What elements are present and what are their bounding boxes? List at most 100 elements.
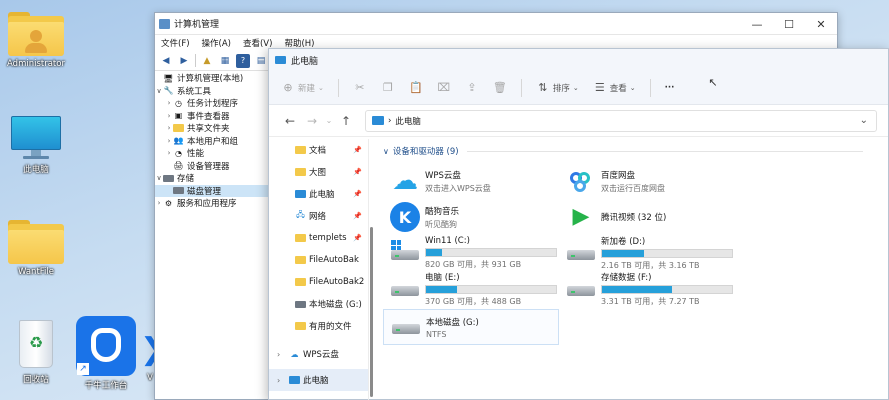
nav-item-fileautobak2[interactable]: FileAutoBak2 [269,271,368,293]
expand-icon[interactable]: › [277,350,280,359]
tree-item[interactable]: › ▣ 事件查看器 [155,110,271,123]
nav-item-useful-files[interactable]: 有用的文件 [269,315,368,337]
nav-scrollbar[interactable] [370,227,373,397]
nav-item-templets[interactable]: templets 📌 [269,227,368,249]
item-baidu-netdisk[interactable]: 百度网盘 双击运行百度网盘 [559,163,735,199]
nav-item-drive-g[interactable]: 本地磁盘 (G:) [269,293,368,315]
more-button[interactable]: ··· [665,83,675,93]
nav-item-network[interactable]: 🖧 网络 📌 [269,205,368,227]
back-icon[interactable]: ◀ [159,54,173,68]
desktop-icon-recycle-bin[interactable]: ♻ 回收站 [0,316,72,385]
expand-icon[interactable]: › [165,124,173,132]
nav-item-wps-cloud[interactable]: › ☁ WPS云盘 [269,343,368,365]
tree-item[interactable]: › 👥 本地用户和组 [155,135,271,148]
desktop-icon-wantfile[interactable]: WantFile [0,220,72,277]
item-name: 酷狗音乐 [425,206,460,217]
paste-button[interactable]: 📋 [409,81,423,95]
expand-icon[interactable]: › [155,199,163,207]
wps-cloud-icon: ☁ [392,166,418,196]
tree-label: 设备管理器 [187,161,230,172]
up-icon[interactable]: ↑ [335,114,357,128]
item-drive-c[interactable]: Win11 (C:) 820 GB 可用，共 931 GB [383,235,559,271]
item-name: 本地磁盘 (G:) [426,317,479,328]
tree-label: 服务和应用程序 [177,199,237,210]
back-icon[interactable]: ← [279,114,301,128]
maximize-button[interactable]: ☐ [773,13,805,35]
expand-icon[interactable]: › [165,112,173,120]
folder-icon [295,256,306,264]
collapse-icon[interactable]: ∨ [155,174,163,182]
item-space: 2.16 TB 可用，共 3.16 TB [601,261,700,270]
tree-item-selected[interactable]: 磁盘管理 [155,184,271,197]
sort-button[interactable]: ⇅ 排序 ⌄ [536,81,579,95]
properties-icon[interactable]: ▤ [254,54,268,68]
usage-bar [601,285,733,294]
tree-item[interactable]: › ⚙ 服务和应用程序 [155,197,271,210]
nav-item-this-pc-pinned[interactable]: 此电脑 📌 [269,183,368,205]
item-wps-cloud[interactable]: ☁ WPS云盘 双击进入WPS云盘 [383,163,559,199]
expand-icon[interactable]: › [165,99,173,107]
expand-icon[interactable]: › [277,376,280,385]
item-drive-d[interactable]: 新加卷 (D:) 2.16 TB 可用，共 3.16 TB [559,235,735,271]
share-button[interactable]: ⇪ [465,81,479,95]
delete-button[interactable]: 🗑 [493,81,507,95]
cut-button[interactable]: ✂ [353,81,367,95]
chevron-down-icon[interactable]: ⌄ [860,115,868,126]
item-drive-e[interactable]: 电脑 (E:) 370 GB 可用，共 488 GB [383,271,559,307]
expand-icon[interactable]: › [165,149,173,157]
desktop-icon-qianniu[interactable]: ↗ 千牛工作台 [70,316,142,391]
nav-item-fileautobak[interactable]: FileAutoBak [269,249,368,271]
item-tencent-video[interactable]: ▶ 腾讯视频 (32 位) [559,199,735,235]
expand-icon[interactable]: › [165,137,173,145]
title-bar: 计算机管理 — ☐ ✕ [155,13,837,35]
collapse-icon[interactable]: ∨ [155,87,163,95]
view-button[interactable]: ☰ 查看 ⌄ [593,81,636,95]
usage-fill [426,249,442,256]
item-drive-f[interactable]: 存储数据 (F:) 3.31 TB 可用，共 7.27 TB [559,271,735,307]
nav-item-this-pc[interactable]: › 此电脑 [269,369,368,391]
folder-up-icon[interactable]: ▲ [200,54,214,68]
desktop-icon-this-pc[interactable]: 此电脑 [0,114,72,175]
tree-label: 性能 [187,149,205,160]
tree-item[interactable]: 🖥 计算机管理(本地) [155,72,271,85]
mouse-cursor-icon: ↖ [708,76,718,89]
menu-file[interactable]: 文件(F) [161,37,190,49]
nav-item-large-images[interactable]: 大图 📌 [269,161,368,183]
item-drive-g[interactable]: 本地磁盘 (G:) NTFS [383,309,559,345]
forward-icon[interactable]: → [301,114,323,128]
help-icon[interactable]: ? [236,53,250,68]
section-header[interactable]: ∨ 设备和驱动器 (9) [383,145,863,157]
tree-item[interactable]: ∨ 存储 [155,172,271,185]
copy-button[interactable]: ❐ [381,81,395,95]
tree-item[interactable]: ∨ 🔧 系统工具 [155,85,271,98]
rename-button[interactable]: ⌧ [437,81,451,95]
tree-label: 事件查看器 [187,111,230,122]
event-viewer-icon: ▣ [174,111,183,121]
desktop-icon-administrator[interactable]: Administrator [0,12,72,69]
recent-chevron-icon[interactable]: ⌄ [323,116,335,125]
vscode-icon: ❯ [140,332,166,367]
forward-icon[interactable]: ▶ [177,54,191,68]
tree-item[interactable]: › ◔ 性能 [155,147,271,160]
pin-icon: 📌 [353,146,362,154]
nav-label: 此电脑 [309,190,335,200]
tree-item[interactable]: › 共享文件夹 [155,122,271,135]
breadcrumb[interactable]: 此电脑 [395,115,421,127]
tree-item[interactable]: 🖨 设备管理器 [155,160,271,173]
new-label: 新建 [298,83,316,94]
view-list-icon: ☰ [594,81,605,94]
command-bar: ⊕ 新建 ⌄ ✂ ❐ 📋 ⌧ ⇪ 🗑 ⇅ 排序 ⌄ ☰ 查看 ⌄ ··· ↖ [269,71,888,105]
address-input[interactable]: › 此电脑 ⌄ [365,109,877,132]
tree-item[interactable]: › ◷ 任务计划程序 [155,97,271,110]
menu-action[interactable]: 操作(A) [202,37,231,49]
item-kugou-music[interactable]: K 酷狗音乐 听见酷狗 [383,199,559,235]
minimize-button[interactable]: — [741,13,773,35]
sort-label: 排序 [552,83,570,94]
drive-icon [295,300,306,308]
nav-item-documents[interactable]: 文档 📌 [269,139,368,161]
shared-folder-icon [173,123,184,133]
show-tree-icon[interactable]: ▦ [218,54,232,68]
close-button[interactable]: ✕ [805,13,837,35]
new-button[interactable]: ⊕ 新建 ⌄ [281,81,324,95]
cloud-icon: ☁ [290,349,299,359]
